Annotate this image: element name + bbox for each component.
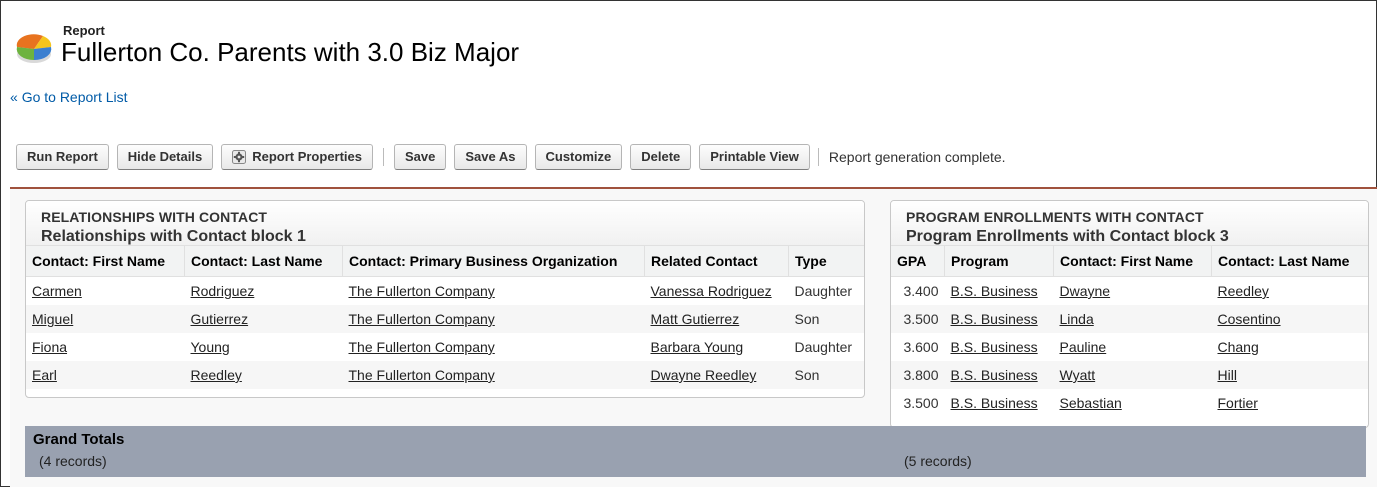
organization-link[interactable]: The Fullerton Company bbox=[349, 339, 495, 355]
last-name-link[interactable]: Cosentino bbox=[1218, 311, 1281, 327]
block-caption: PROGRAM ENROLLMENTS WITH CONTACT bbox=[906, 209, 1204, 225]
related-contact-link[interactable]: Barbara Young bbox=[651, 339, 744, 355]
gpa-cell: 3.800 bbox=[891, 361, 945, 389]
last-name-link[interactable]: Rodriguez bbox=[191, 283, 255, 299]
table-row: 3.500 B.S. Business Linda Cosentino bbox=[891, 305, 1368, 333]
run-report-button[interactable]: Run Report bbox=[16, 143, 109, 170]
program-enrollments-table: GPA Program Contact: First Name Contact:… bbox=[891, 246, 1368, 417]
block-subtitle: Program Enrollments with Contact block 3 bbox=[906, 228, 1229, 245]
first-name-link[interactable]: Fiona bbox=[32, 339, 67, 355]
related-contact-link[interactable]: Vanessa Rodriguez bbox=[651, 283, 772, 299]
program-link[interactable]: B.S. Business bbox=[951, 311, 1038, 327]
column-header[interactable]: Contact: Last Name bbox=[184, 246, 343, 277]
relationships-table: Contact: First Name Contact: Last Name C… bbox=[26, 246, 864, 389]
report-kicker: Report bbox=[63, 23, 105, 38]
program-link[interactable]: B.S. Business bbox=[951, 339, 1038, 355]
block-header: PROGRAM ENROLLMENTS WITH CONTACT Program… bbox=[891, 201, 1368, 246]
column-header[interactable]: Contact: First Name bbox=[1053, 246, 1212, 277]
gpa-cell: 3.500 bbox=[903, 395, 939, 411]
last-name-link[interactable]: Chang bbox=[1218, 339, 1259, 355]
column-header[interactable]: Program bbox=[944, 246, 1054, 277]
block-caption: RELATIONSHIPS WITH CONTACT bbox=[41, 209, 268, 225]
table-row: 3.500 B.S. Business Sebastian Fortier bbox=[891, 389, 1368, 417]
column-header[interactable]: GPA bbox=[891, 246, 945, 277]
delete-button[interactable]: Delete bbox=[630, 143, 692, 170]
type-cell: Son bbox=[788, 361, 864, 389]
status-message: Report generation complete. bbox=[828, 148, 1006, 165]
table-row: 3.600 B.S. Business Pauline Chang bbox=[891, 333, 1368, 361]
table-row: 3.800 B.S. Business Wyatt Hill bbox=[891, 361, 1368, 389]
toolbar-separator bbox=[817, 147, 819, 166]
block1-record-count: (4 records) bbox=[39, 453, 107, 469]
first-name-link[interactable]: Wyatt bbox=[1060, 367, 1096, 383]
program-link[interactable]: B.S. Business bbox=[951, 283, 1038, 299]
first-name-link[interactable]: Carmen bbox=[32, 283, 82, 299]
last-name-link[interactable]: Gutierrez bbox=[191, 311, 249, 327]
table-row: Carmen Rodriguez The Fullerton Company V… bbox=[26, 277, 864, 306]
printable-view-button[interactable]: Printable View bbox=[699, 143, 810, 170]
save-as-button[interactable]: Save As bbox=[454, 143, 527, 170]
first-name-link[interactable]: Miguel bbox=[32, 311, 73, 327]
first-name-link[interactable]: Sebastian bbox=[1060, 395, 1122, 411]
back-prefix: « bbox=[10, 89, 18, 105]
organization-link[interactable]: The Fullerton Company bbox=[349, 283, 495, 299]
organization-link[interactable]: The Fullerton Company bbox=[349, 367, 495, 383]
program-enrollments-block: PROGRAM ENROLLMENTS WITH CONTACT Program… bbox=[890, 200, 1369, 428]
organization-link[interactable]: The Fullerton Company bbox=[349, 311, 495, 327]
program-link[interactable]: B.S. Business bbox=[951, 395, 1038, 411]
type-cell: Daughter bbox=[794, 339, 853, 355]
report-pie-icon bbox=[16, 34, 52, 63]
table-row: Miguel Gutierrez The Fullerton Company M… bbox=[26, 305, 864, 333]
back-link-label: Go to Report List bbox=[21, 89, 128, 105]
last-name-link[interactable]: Reedley bbox=[191, 367, 242, 383]
table-row: Fiona Young The Fullerton Company Barbar… bbox=[26, 333, 864, 361]
related-contact-link[interactable]: Dwayne Reedley bbox=[651, 367, 757, 383]
last-name-link[interactable]: Fortier bbox=[1218, 395, 1258, 411]
report-toolbar: Run Report Hide Details Report Propertie… bbox=[16, 143, 1006, 170]
table-row: 3.400 B.S. Business Dwayne Reedley bbox=[891, 277, 1368, 306]
first-name-link[interactable]: Linda bbox=[1060, 311, 1094, 327]
type-cell: Daughter bbox=[794, 283, 853, 299]
last-name-link[interactable]: Hill bbox=[1218, 367, 1237, 383]
relationships-block: RELATIONSHIPS WITH CONTACT Relationships… bbox=[25, 200, 865, 398]
first-name-link[interactable]: Earl bbox=[32, 367, 57, 383]
hide-details-button[interactable]: Hide Details bbox=[116, 143, 214, 170]
type-cell: Son bbox=[788, 305, 864, 333]
first-name-link[interactable]: Dwayne bbox=[1060, 283, 1111, 299]
last-name-link[interactable]: Reedley bbox=[1218, 283, 1269, 299]
gpa-cell: 3.400 bbox=[903, 283, 939, 299]
last-name-link[interactable]: Young bbox=[191, 339, 230, 355]
related-contact-link[interactable]: Matt Gutierrez bbox=[651, 311, 740, 327]
program-link[interactable]: B.S. Business bbox=[951, 367, 1038, 383]
go-to-report-list-link[interactable]: « Go to Report List bbox=[10, 89, 128, 105]
gear-icon bbox=[232, 149, 247, 164]
report-properties-label: Report Properties bbox=[252, 149, 363, 164]
grand-totals-label: Grand Totals bbox=[33, 431, 125, 448]
column-header[interactable]: Contact: Last Name bbox=[1211, 246, 1368, 277]
report-properties-button[interactable]: Report Properties bbox=[221, 143, 374, 170]
page-title: Fullerton Co. Parents with 3.0 Biz Major bbox=[61, 37, 520, 67]
column-header[interactable]: Contact: First Name bbox=[26, 246, 185, 277]
gpa-cell: 3.500 bbox=[891, 305, 945, 333]
block-header: RELATIONSHIPS WITH CONTACT Relationships… bbox=[26, 201, 864, 246]
column-header[interactable]: Type bbox=[788, 246, 864, 277]
customize-button[interactable]: Customize bbox=[534, 143, 623, 170]
grand-totals-bar: Grand Totals (4 records) (5 records) bbox=[25, 426, 1366, 477]
toolbar-separator bbox=[383, 147, 385, 166]
save-button[interactable]: Save bbox=[394, 143, 447, 170]
column-header[interactable]: Related Contact bbox=[644, 246, 789, 277]
block-subtitle: Relationships with Contact block 1 bbox=[41, 228, 306, 245]
gpa-cell: 3.600 bbox=[903, 339, 939, 355]
first-name-link[interactable]: Pauline bbox=[1060, 339, 1107, 355]
table-row: Earl Reedley The Fullerton Company Dwayn… bbox=[26, 361, 864, 389]
column-header[interactable]: Contact: Primary Business Organization bbox=[342, 246, 645, 277]
block3-record-count: (5 records) bbox=[904, 453, 972, 469]
